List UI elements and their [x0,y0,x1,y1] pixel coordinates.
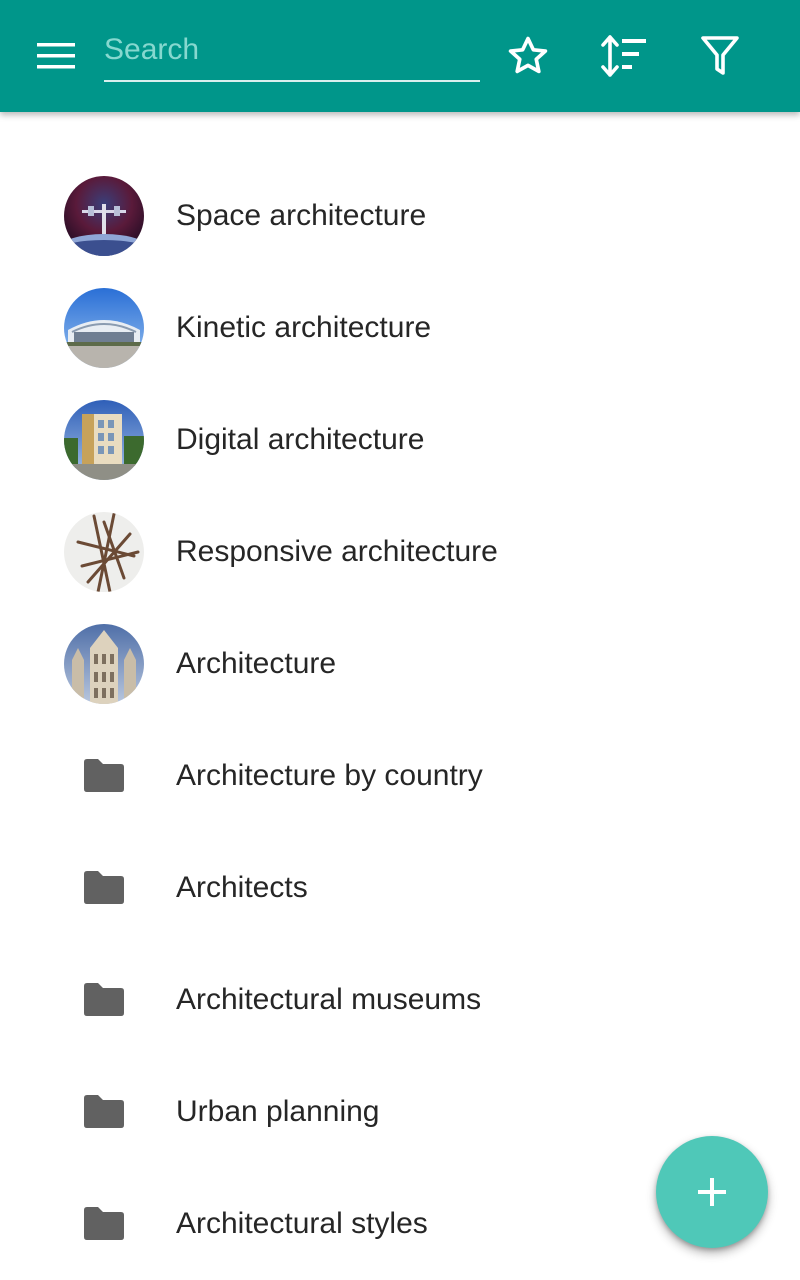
folder-icon [84,759,124,792]
list-item-label: Architecture by country [176,759,483,792]
architecture-thumbnail [64,624,144,704]
list-item-label: Architects [176,871,308,904]
menu-icon [37,43,75,69]
folder-icon [84,983,124,1016]
list-item-label: Space architecture [176,199,427,232]
folder-icon [84,1095,124,1128]
sort-button[interactable] [596,28,652,84]
plus-icon [698,1178,726,1206]
list-item-architecture-by-country[interactable]: Architecture by country [0,720,800,832]
search-input[interactable] [104,30,474,70]
list-item-kinetic-architecture[interactable]: Kinetic architecture [0,272,800,384]
list-item-label: Digital architecture [176,423,425,456]
list-item-architects[interactable]: Architects [0,832,800,944]
filter-icon [701,36,739,75]
responsive-architecture-thumbnail [64,512,144,592]
sort-icon [601,35,646,77]
search-field [104,24,480,82]
list-item-responsive-architecture[interactable]: Responsive architecture [0,496,800,608]
list-item-space-architecture[interactable]: Space architecture [0,160,800,272]
list-item-digital-architecture[interactable]: Digital architecture [0,384,800,496]
add-button[interactable] [656,1136,768,1248]
favorites-button[interactable] [500,28,556,84]
list-item-architectural-museums[interactable]: Architectural museums [0,944,800,1056]
list-item-label: Urban planning [176,1095,380,1128]
folder-icon [84,1207,124,1240]
menu-button[interactable] [24,28,88,84]
folder-icon [84,871,124,904]
list-item-label: Responsive architecture [176,535,498,568]
kinetic-architecture-thumbnail [64,288,144,368]
space-architecture-thumbnail [64,176,144,256]
list-item-label: Kinetic architecture [176,311,432,344]
list-item-label: Architecture [176,647,337,680]
star-outline-icon [508,36,548,74]
app-bar [0,0,800,112]
category-list: Space architecture Kinetic architecture [0,160,800,1280]
digital-architecture-thumbnail [64,400,144,480]
list-item-label: Architectural styles [176,1207,428,1240]
list-item-architecture[interactable]: Architecture [0,608,800,720]
filter-button[interactable] [692,28,748,84]
list-item-label: Architectural museums [176,983,482,1016]
